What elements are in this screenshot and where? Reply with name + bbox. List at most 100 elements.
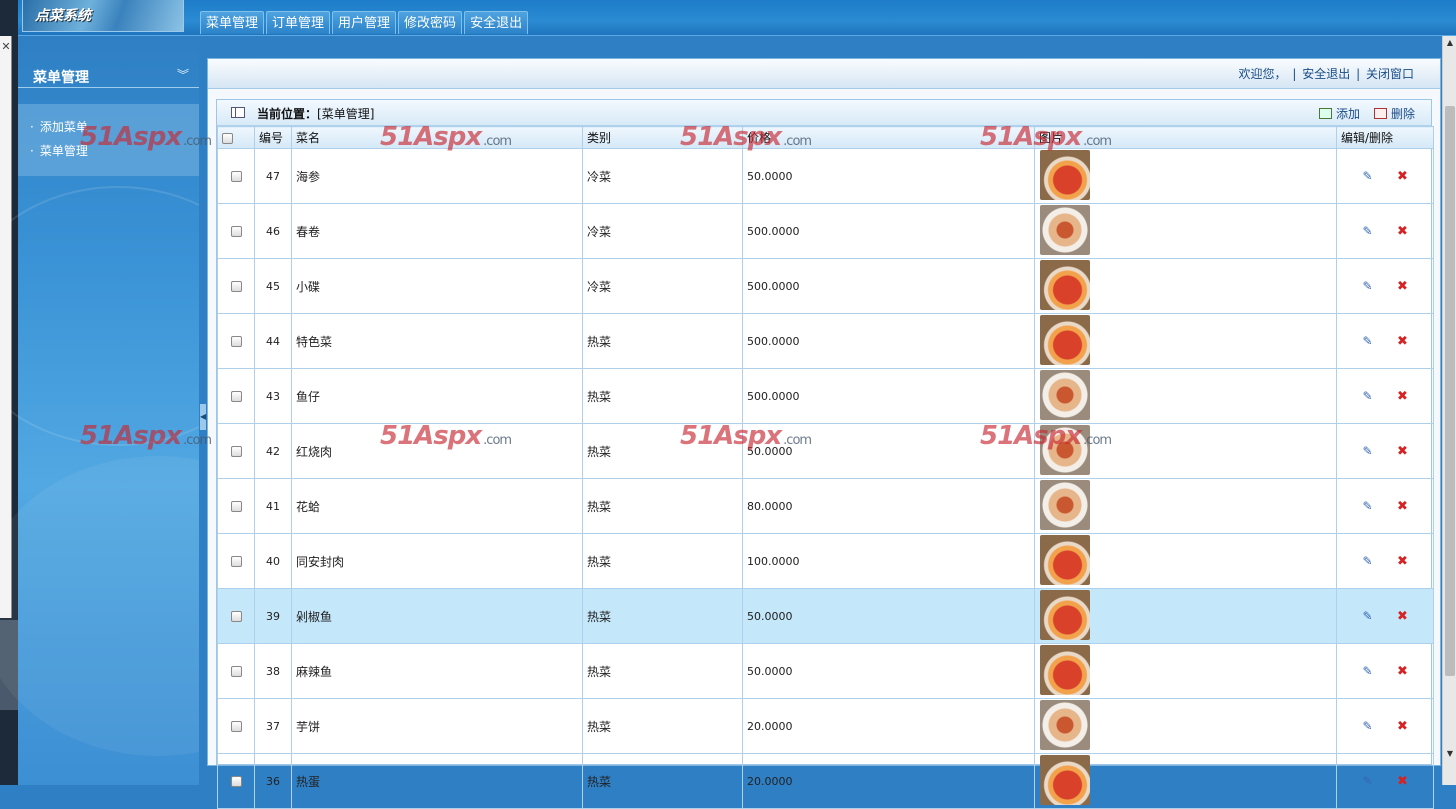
- delete-x-icon[interactable]: ✖: [1395, 499, 1409, 514]
- dish-image: [1040, 535, 1090, 585]
- edit-pencil-icon[interactable]: ✎: [1361, 609, 1375, 623]
- delete-x-icon[interactable]: ✖: [1395, 279, 1409, 294]
- table-row[interactable]: 44 特色菜 热菜 500.0000 ✎ ✖: [217, 313, 1434, 369]
- nav-menu-management[interactable]: 菜单管理: [200, 11, 265, 34]
- add-label: 添加: [1335, 107, 1360, 121]
- close-icon[interactable]: ✕: [0, 40, 12, 53]
- double-chevron-down-icon[interactable]: ︾: [177, 66, 189, 83]
- row-checkbox[interactable]: [230, 776, 242, 787]
- dish-image: [1040, 700, 1090, 750]
- edit-pencil-icon[interactable]: ✎: [1361, 499, 1375, 513]
- cell-category: 热菜: [582, 533, 743, 589]
- column-header-image: 图片: [1034, 126, 1337, 149]
- delete-x-icon[interactable]: ✖: [1395, 389, 1409, 404]
- row-checkbox[interactable]: [230, 666, 242, 677]
- scroll-down-arrow-icon[interactable]: ▼: [1445, 749, 1455, 759]
- row-checkbox[interactable]: [230, 391, 242, 402]
- delete-x-icon[interactable]: ✖: [1395, 719, 1409, 734]
- cell-price: 500.0000: [742, 368, 1035, 424]
- edit-pencil-icon[interactable]: ✎: [1361, 169, 1375, 183]
- row-select-cell: [217, 643, 255, 699]
- cell-image: [1034, 423, 1337, 479]
- edit-pencil-icon[interactable]: ✎: [1361, 444, 1375, 458]
- edit-pencil-icon[interactable]: ✎: [1361, 774, 1375, 788]
- app-logo-text: 点菜系统: [35, 8, 91, 24]
- edit-pencil-icon[interactable]: ✎: [1361, 389, 1375, 403]
- welcome-bar: 欢迎您， | 安全退出 | 关闭窗口: [208, 59, 1440, 89]
- scroll-up-arrow-icon[interactable]: ▲: [1445, 38, 1455, 48]
- content-area: 欢迎您， | 安全退出 | 关闭窗口 当前位置：[菜单管理] 添加 删除 编号 …: [207, 58, 1441, 809]
- table-row[interactable]: 37 芋饼 热菜 20.0000 ✎ ✖: [217, 698, 1434, 754]
- cell-image: [1034, 588, 1337, 644]
- edit-pencil-icon[interactable]: ✎: [1361, 554, 1375, 568]
- row-checkbox[interactable]: [230, 611, 242, 622]
- dish-image: [1040, 645, 1090, 695]
- table-row[interactable]: 47 海参 冷菜 50.0000 ✎ ✖: [217, 148, 1434, 204]
- row-checkbox[interactable]: [230, 281, 242, 292]
- delete-x-icon[interactable]: ✖: [1395, 224, 1409, 239]
- delete-x-icon[interactable]: ✖: [1395, 664, 1409, 679]
- add-button[interactable]: 添加: [1318, 105, 1360, 122]
- sidebar-item-add-menu[interactable]: · 添加菜单: [30, 118, 88, 135]
- cell-image: [1034, 643, 1337, 699]
- row-checkbox[interactable]: [230, 226, 242, 237]
- select-all-header: [217, 126, 255, 149]
- table-row[interactable]: 38 麻辣鱼 热菜 50.0000 ✎ ✖: [217, 643, 1434, 699]
- cell-actions: ✎ ✖: [1336, 753, 1434, 809]
- delete-x-icon[interactable]: ✖: [1395, 444, 1409, 459]
- sidebar-header[interactable]: 菜单管理 ︾: [18, 62, 199, 88]
- logout-link[interactable]: 安全退出: [1302, 67, 1350, 81]
- scrollbar[interactable]: ▲ ▼: [1442, 36, 1456, 785]
- close-window-link[interactable]: 关闭窗口: [1366, 67, 1414, 81]
- table-row[interactable]: 36 热蛋 热菜 20.0000 ✎ ✖: [217, 753, 1434, 809]
- cell-image: [1034, 533, 1337, 589]
- delete-x-icon[interactable]: ✖: [1395, 774, 1409, 789]
- delete-x-icon[interactable]: ✖: [1395, 334, 1409, 349]
- table-row[interactable]: 40 同安封肉 热菜 100.0000 ✎ ✖: [217, 533, 1434, 589]
- cell-actions: ✎ ✖: [1336, 698, 1434, 754]
- cell-actions: ✎ ✖: [1336, 478, 1434, 534]
- row-checkbox[interactable]: [230, 446, 242, 457]
- edit-pencil-icon[interactable]: ✎: [1361, 719, 1375, 733]
- scrollbar-thumb[interactable]: [1445, 106, 1455, 676]
- row-select-cell: [217, 588, 255, 644]
- row-checkbox[interactable]: [230, 721, 242, 732]
- row-select-cell: [217, 533, 255, 589]
- edit-pencil-icon[interactable]: ✎: [1361, 224, 1375, 238]
- edit-pencil-icon[interactable]: ✎: [1361, 664, 1375, 678]
- delete-x-icon[interactable]: ✖: [1395, 554, 1409, 569]
- sidebar: 菜单管理 ︾ · 添加菜单 · 菜单管理: [0, 36, 338, 785]
- cell-name: 热蛋: [291, 753, 583, 809]
- nav-order-management[interactable]: 订单管理: [266, 11, 331, 34]
- row-checkbox[interactable]: [230, 501, 242, 512]
- sidebar-menu: · 添加菜单 · 菜单管理: [18, 104, 199, 176]
- cell-price: 50.0000: [742, 643, 1035, 699]
- delete-x-icon[interactable]: ✖: [1395, 169, 1409, 184]
- cell-category: 热菜: [582, 753, 743, 809]
- nav-user-management[interactable]: 用户管理: [332, 11, 397, 34]
- nav-logout[interactable]: 安全退出: [464, 11, 529, 34]
- collapse-arrow-icon[interactable]: ◀: [200, 404, 206, 430]
- row-checkbox[interactable]: [230, 556, 242, 567]
- sidebar-splitter[interactable]: ◀: [199, 36, 207, 785]
- edit-pencil-icon[interactable]: ✎: [1361, 279, 1375, 293]
- table-row[interactable]: 43 鱼仔 热菜 500.0000 ✎ ✖: [217, 368, 1434, 424]
- table-row[interactable]: 45 小碟 冷菜 500.0000 ✎ ✖: [217, 258, 1434, 314]
- select-all-checkbox[interactable]: [222, 132, 233, 144]
- delete-x-icon[interactable]: ✖: [1395, 609, 1409, 624]
- sidebar-item-menu-management[interactable]: · 菜单管理: [30, 142, 88, 159]
- delete-button[interactable]: 删除: [1373, 105, 1415, 122]
- row-checkbox[interactable]: [230, 336, 242, 347]
- table-row[interactable]: 41 花蛤 热菜 80.0000 ✎ ✖: [217, 478, 1434, 534]
- table-row[interactable]: 42 红烧肉 热菜 50.0000 ✎ ✖: [217, 423, 1434, 479]
- cell-image: [1034, 698, 1337, 754]
- table-row[interactable]: 39 剁椒鱼 热菜 50.0000 ✎ ✖: [217, 588, 1434, 644]
- cell-actions: ✎ ✖: [1336, 368, 1434, 424]
- cell-category: 热菜: [582, 368, 743, 424]
- edit-pencil-icon[interactable]: ✎: [1361, 334, 1375, 348]
- nav-change-password[interactable]: 修改密码: [398, 11, 463, 34]
- cell-category: 冷菜: [582, 258, 743, 314]
- row-checkbox[interactable]: [230, 171, 242, 182]
- dish-image: [1040, 205, 1090, 255]
- table-row[interactable]: 46 春卷 冷菜 500.0000 ✎ ✖: [217, 203, 1434, 259]
